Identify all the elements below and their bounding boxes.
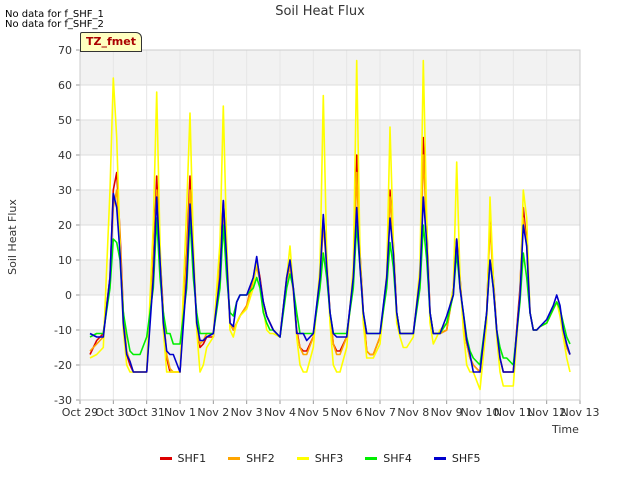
- y-tick-label: 10: [58, 254, 72, 267]
- y-axis-label: Soil Heat Flux: [6, 199, 19, 275]
- legend-item-shf4: SHF4: [365, 452, 412, 465]
- y-tick-label: 0: [65, 289, 72, 302]
- x-tick-label: Nov 3: [231, 406, 263, 419]
- y-tick-label: -10: [54, 324, 72, 337]
- y-tick-label: 70: [58, 44, 72, 57]
- grid-band: [80, 50, 580, 85]
- legend-swatch: [433, 457, 446, 460]
- x-tick-label: Nov 9: [431, 406, 463, 419]
- legend: SHF1 SHF2 SHF3 SHF4 SHF5: [0, 452, 640, 465]
- y-tick-label: 20: [58, 219, 72, 232]
- x-tick-label: Oct 30: [95, 406, 132, 419]
- y-tick-label: 40: [58, 149, 72, 162]
- legend-swatch: [159, 457, 172, 460]
- x-tick-label: Nov 4: [264, 406, 296, 419]
- legend-item-shf2: SHF2: [228, 452, 275, 465]
- legend-label: SHF1: [177, 452, 207, 465]
- x-tick-label: Nov 5: [297, 406, 329, 419]
- y-tick-label: 60: [58, 79, 72, 92]
- legend-label: SHF2: [246, 452, 275, 465]
- legend-swatch: [365, 457, 378, 460]
- legend-label: SHF5: [451, 452, 481, 465]
- x-axis-label: Time: [552, 423, 579, 436]
- x-tick-label: Nov 13: [561, 406, 600, 419]
- legend-item-shf5: SHF5: [433, 452, 481, 465]
- x-tick-label: Nov 1: [164, 406, 196, 419]
- x-tick-label: Nov 8: [397, 406, 429, 419]
- x-tick-label: Nov 7: [364, 406, 396, 419]
- legend-swatch: [228, 457, 241, 460]
- y-tick-label: 30: [58, 184, 72, 197]
- legend-label: SHF3: [314, 452, 344, 465]
- legend-item-shf1: SHF1: [159, 452, 207, 465]
- legend-label: SHF4: [383, 452, 412, 465]
- x-tick-label: Nov 2: [197, 406, 229, 419]
- legend-item-shf3: SHF3: [296, 452, 344, 465]
- y-tick-label: 50: [58, 114, 72, 127]
- chart-svg: -30-20-10010203040506070Oct 29Oct 30Oct …: [54, 44, 600, 419]
- grid-band: [80, 330, 580, 365]
- x-tick-label: Nov 6: [331, 406, 363, 419]
- y-tick-label: -20: [54, 359, 72, 372]
- x-tick-label: Oct 31: [128, 406, 165, 419]
- x-tick-label: Oct 29: [62, 406, 99, 419]
- legend-swatch: [296, 457, 309, 460]
- timezone-label: TZ_fmet: [80, 32, 142, 52]
